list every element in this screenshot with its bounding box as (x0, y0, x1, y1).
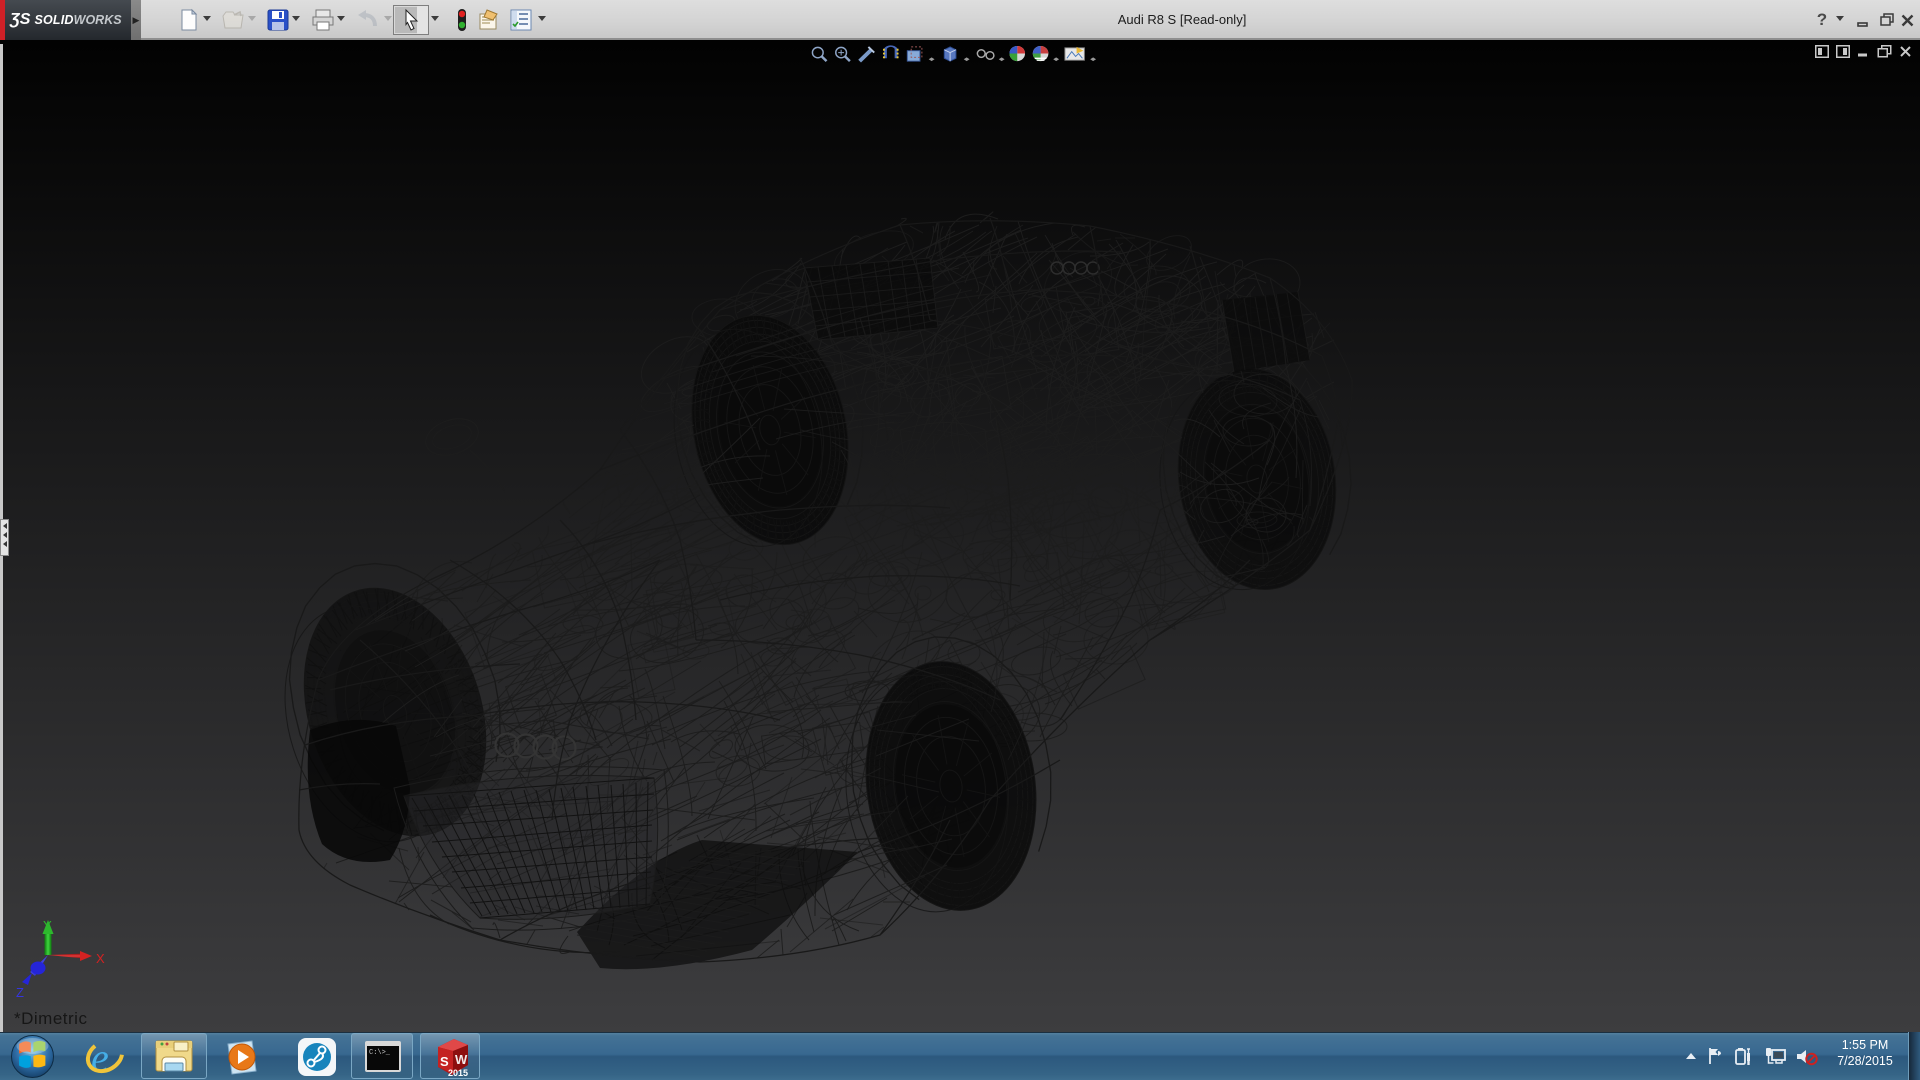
svg-text:W: W (455, 1052, 468, 1067)
svg-text:X: X (96, 951, 105, 966)
svg-text:S: S (440, 1054, 449, 1069)
svg-text:2015: 2015 (448, 1068, 468, 1078)
svg-text:C:\>_: C:\>_ (369, 1049, 391, 1057)
svg-text:Z: Z (16, 985, 24, 1000)
